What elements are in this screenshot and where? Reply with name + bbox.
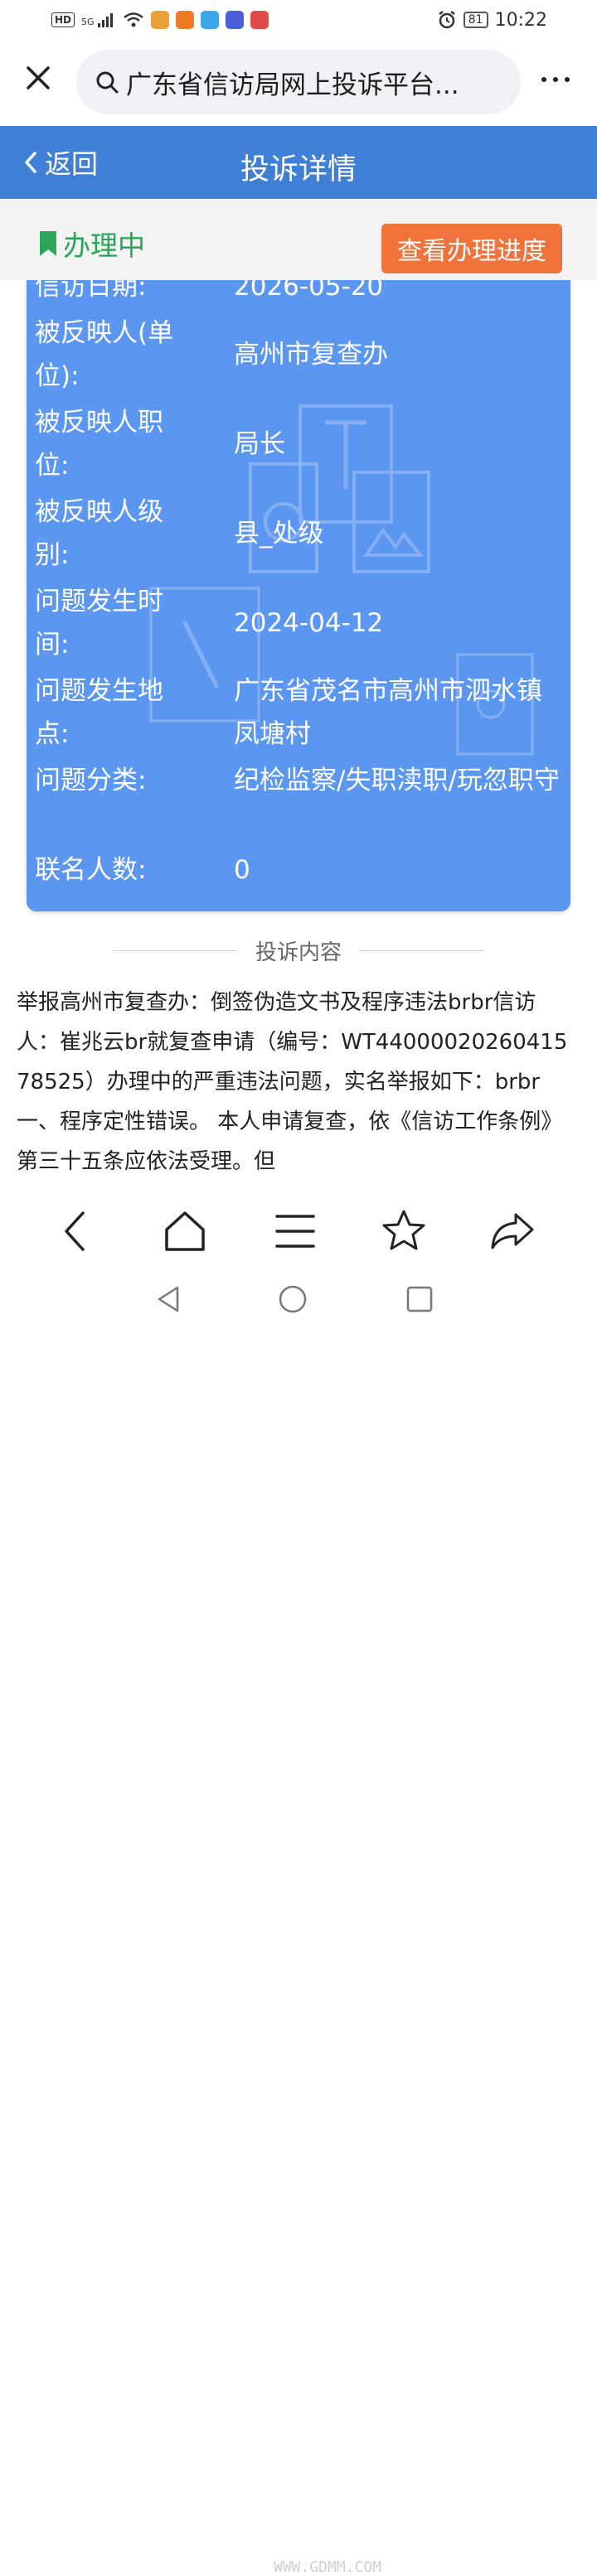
- close-icon[interactable]: [20, 60, 56, 96]
- star-icon[interactable]: [379, 1206, 429, 1256]
- more-menu-icon[interactable]: [536, 70, 575, 89]
- share-icon[interactable]: [488, 1206, 537, 1256]
- detail-value: 县_处级: [234, 519, 324, 549]
- alarm-icon: [439, 11, 455, 29]
- detail-value: 广东省茂名市高州市泗水镇凤塘村: [234, 676, 542, 749]
- detail-value: 0: [234, 855, 250, 885]
- menu-icon[interactable]: [270, 1206, 320, 1256]
- battery-indicator: 81: [463, 12, 488, 28]
- address-bar[interactable]: 广东省信访局网上投诉平台...: [76, 50, 521, 114]
- home-icon[interactable]: [160, 1206, 210, 1256]
- detail-label: 被反映人(单位):: [35, 318, 174, 391]
- browser-bottom-toolbar: [0, 1185, 597, 1276]
- weibo-app-icon: [150, 11, 169, 29]
- tieba-app-icon: [225, 11, 244, 29]
- detail-value: 高州市复查办: [234, 340, 388, 370]
- divider-line: [113, 950, 237, 951]
- detail-label: 问题分类:: [35, 766, 147, 795]
- detail-label: 联名人数:: [35, 855, 147, 885]
- clock: 10:22: [494, 9, 547, 31]
- watermark: WWW.GDMM.COM: [274, 2559, 382, 2576]
- nav-back-icon[interactable]: [153, 1283, 186, 1316]
- section-divider: 投诉内容: [113, 936, 485, 965]
- back-arrow-icon[interactable]: [51, 1206, 101, 1256]
- gift-app-icon: [175, 11, 194, 29]
- detail-label: 被反映人职位:: [35, 408, 163, 481]
- status-bar: HD 5G 81 10:22: [0, 0, 597, 40]
- detail-value: 局长: [234, 429, 285, 459]
- detail-card: 信访日期: 2026-05-20 被反映人(单位): 高州市复查办 被反映人职位…: [27, 257, 570, 911]
- network-type: HD: [51, 12, 75, 27]
- section-title: 投诉内容: [255, 940, 342, 965]
- status-label: 办理中: [63, 230, 145, 262]
- detail-label: 问题发生时间:: [35, 587, 163, 660]
- detail-label: 被反映人级别:: [35, 497, 163, 570]
- page-title: 投诉详情: [240, 153, 357, 186]
- page-title-text: 广东省信访局网上投诉平台...: [126, 70, 459, 100]
- detail-label: 问题发生地点:: [35, 676, 163, 749]
- detail-value: 2024-04-12: [234, 608, 384, 638]
- status-row: 办理中 查看办理进度: [0, 199, 597, 280]
- search-icon: [96, 71, 119, 94]
- bookmark-icon: [40, 231, 56, 256]
- browser-toolbar: 广东省信访局网上投诉平台...: [0, 40, 597, 126]
- nav-home-icon[interactable]: [276, 1283, 309, 1316]
- signal-icon: 5G: [81, 12, 116, 27]
- divider-line: [360, 950, 485, 951]
- complaint-content: 举报高州市复查办：倒签伪造文书及程序违法brbr信访人：崔兆云br就复查申请（编…: [17, 990, 568, 1174]
- view-progress-button[interactable]: 查看办理进度: [381, 224, 562, 273]
- nav-recents-icon[interactable]: [403, 1283, 436, 1316]
- browser-app-icon: [200, 11, 219, 29]
- status-right: 81 10:22: [437, 10, 547, 31]
- wifi-icon: [123, 12, 143, 27]
- detail-value: 纪检监察/失职渎职/玩忽职守: [234, 766, 560, 795]
- book-app-icon: [250, 11, 269, 29]
- status-indicator: 办理中: [38, 224, 145, 263]
- system-navigation-bar: WWW.GDMM.COM: [0, 1276, 597, 2576]
- status-left: HD 5G: [51, 11, 269, 29]
- app-header: 返回 投诉详情: [0, 126, 597, 199]
